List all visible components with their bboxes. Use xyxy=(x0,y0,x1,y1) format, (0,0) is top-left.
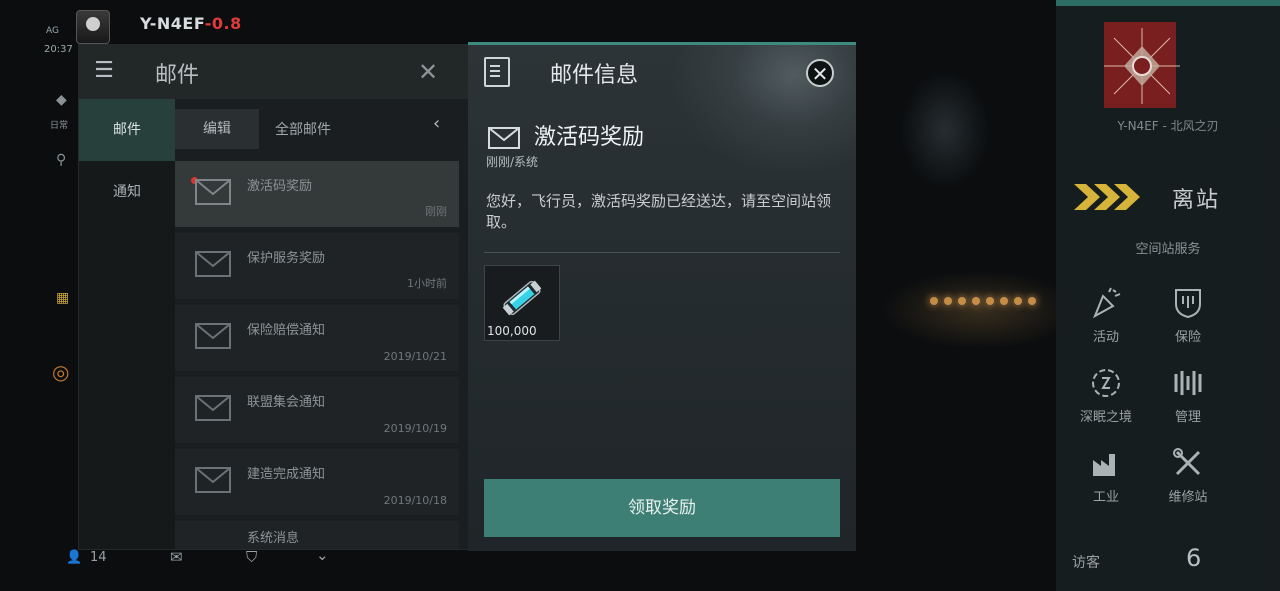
background-structure-glow xyxy=(900,70,990,190)
location-pin-icon[interactable]: ⚲ xyxy=(56,152,66,168)
mail-item-date: 1小时前 xyxy=(407,277,447,290)
mail-filter-dropdown[interactable]: 全部邮件 xyxy=(275,119,331,139)
envelope-icon xyxy=(195,251,231,277)
service-management[interactable]: 管理 xyxy=(1148,366,1228,436)
clock: 20:37 xyxy=(44,44,73,55)
party-popper-icon xyxy=(1093,287,1121,319)
mail-list-item[interactable]: 联盟集会通知 2019/10/19 xyxy=(175,377,459,443)
corp-name: Y-N4EF - 北风之刃 xyxy=(1117,119,1219,133)
mail-list-item[interactable]: 激活码奖励 刚刚 xyxy=(175,161,459,227)
service-label: 维修站 xyxy=(1168,490,1208,505)
pilot-name-security: Y-N4EF-0.8 xyxy=(140,14,242,33)
mail-subject: 激活码奖励 xyxy=(534,125,645,150)
mail-detail-title: 邮件信息 xyxy=(550,63,639,88)
station-lights-glow xyxy=(880,270,1080,350)
envelope-icon xyxy=(488,127,520,149)
undock-button[interactable]: 离站 xyxy=(1072,176,1272,220)
undock-label: 离站 xyxy=(1172,188,1221,213)
accent-line xyxy=(1056,0,1280,6)
deep-sleep-icon xyxy=(1092,369,1120,397)
corp-logo[interactable] xyxy=(1104,22,1180,108)
tab-mail[interactable]: 邮件 xyxy=(79,99,175,161)
mail-item-title: 联盟集会通知 xyxy=(247,395,326,410)
reward-quantity: 100,000 xyxy=(487,324,537,338)
mail-item-title: 系统消息 xyxy=(247,531,300,546)
tab-notifications[interactable]: 通知 xyxy=(79,161,175,223)
corp-emblem-icon xyxy=(1104,28,1180,104)
mail-item-date: 刚刚 xyxy=(425,205,447,218)
filter-icon[interactable]: ⛉ xyxy=(246,548,257,566)
divider xyxy=(484,252,840,253)
daily-label: 日常 xyxy=(50,121,69,131)
service-label: 管理 xyxy=(1174,410,1201,425)
close-icon[interactable]: ✕ xyxy=(415,59,441,85)
service-activities[interactable]: 活动 xyxy=(1066,286,1146,356)
undock-arrows-icon xyxy=(1074,184,1140,210)
target-icon[interactable]: ◎ xyxy=(52,360,69,384)
management-icon xyxy=(1174,371,1202,395)
chevron-left-icon[interactable]: ‹ xyxy=(433,113,440,134)
envelope-icon xyxy=(195,179,231,205)
mail-detail-panel: 邮件信息 ✕ 激活码奖励 刚刚/系统 您好，飞行员，激活码奖励已经送达，请至空间… xyxy=(468,42,856,551)
service-deep-sleep[interactable]: 深眠之境 xyxy=(1066,366,1146,436)
mail-icon[interactable]: ✉ xyxy=(170,548,183,566)
mail-item-title: 保护服务奖励 xyxy=(247,251,326,266)
fleet-icon[interactable]: ▦ xyxy=(56,290,69,306)
service-label: 活动 xyxy=(1092,330,1119,345)
visitors-count: 6 xyxy=(1186,544,1202,572)
mail-list-item[interactable]: 建造完成通知 2019/10/18 xyxy=(175,449,459,515)
mail-item-title: 保险赔偿通知 xyxy=(247,323,326,338)
menu-icon[interactable]: ☰ xyxy=(91,59,117,83)
edit-button[interactable]: 编辑 xyxy=(175,109,259,149)
service-repair[interactable]: 维修站 xyxy=(1148,446,1228,516)
station-lights xyxy=(930,290,1042,305)
mail-body: 您好，飞行员，激活码奖励已经送达，请至空间站领取。 xyxy=(486,192,832,231)
station-services-label: 空间站服务 xyxy=(1135,242,1201,257)
pilot-name: Y-N4EF xyxy=(140,14,205,33)
claim-reward-button[interactable]: 领取奖励 xyxy=(484,479,840,537)
envelope-icon xyxy=(195,467,231,493)
service-label: 保险 xyxy=(1174,330,1201,345)
shield-icon xyxy=(1175,289,1201,319)
bottom-hud: 👤 14 ✉ ⛉ ⌄ xyxy=(60,546,480,574)
security-status: -0.8 xyxy=(204,14,242,33)
mail-item-date: 2019/10/18 xyxy=(383,494,447,507)
energy-canister-icon xyxy=(502,280,542,316)
mail-list-panel: ☰ 邮件 ✕ 邮件 通知 编辑 全部邮件 ‹ 激活码奖励 刚刚 保护服务奖励 1… xyxy=(78,44,470,550)
visitors-label[interactable]: 访客 xyxy=(1072,552,1100,572)
mail-panel-title: 邮件 xyxy=(155,63,200,88)
mail-sender-time: 刚刚/系统 xyxy=(486,155,539,169)
mail-item-title: 建造完成通知 xyxy=(247,467,326,482)
mail-item-date: 2019/10/21 xyxy=(383,350,447,363)
top-hud: Y-N4EF-0.8 AG 20:37 xyxy=(0,0,470,55)
service-industry[interactable]: 工业 xyxy=(1066,446,1146,516)
chevron-down-icon[interactable]: ⌄ xyxy=(316,546,329,564)
envelope-icon xyxy=(195,395,231,421)
mail-item-title: 激活码奖励 xyxy=(247,179,313,194)
pilot-avatar[interactable] xyxy=(76,10,110,44)
mail-list-item[interactable]: 系统消息 xyxy=(175,521,459,549)
close-button[interactable]: ✕ xyxy=(806,59,834,87)
factory-icon xyxy=(1093,454,1115,476)
service-label: 工业 xyxy=(1092,490,1119,505)
mail-item-date: 2019/10/19 xyxy=(383,422,447,435)
player-count: 14 xyxy=(90,550,107,565)
clock-label: AG xyxy=(46,26,59,36)
document-icon xyxy=(484,57,510,87)
envelope-icon xyxy=(195,323,231,349)
mail-panel-header: ☰ 邮件 ✕ xyxy=(79,45,469,99)
mail-list-item[interactable]: 保护服务奖励 1小时前 xyxy=(175,233,459,299)
station-panel: Y-N4EF - 北风之刃 离站 空间站服务 活动 保险 深眠之境 管理 工业 … xyxy=(1056,0,1280,591)
mail-detail-header: 邮件信息 ✕ xyxy=(468,45,856,99)
service-label: 深眠之境 xyxy=(1079,410,1132,425)
reward-item[interactable]: 100,000 xyxy=(484,265,560,341)
daily-icon[interactable]: ◆ xyxy=(56,92,67,108)
mail-list-item[interactable]: 保险赔偿通知 2019/10/21 xyxy=(175,305,459,371)
service-insurance[interactable]: 保险 xyxy=(1148,286,1228,356)
mail-side-tabs: 邮件 通知 xyxy=(79,99,175,549)
mail-list-toolbar: 编辑 全部邮件 ‹ xyxy=(175,99,469,161)
player-icon: 👤 xyxy=(66,550,83,565)
repair-tools-icon xyxy=(1173,448,1201,476)
